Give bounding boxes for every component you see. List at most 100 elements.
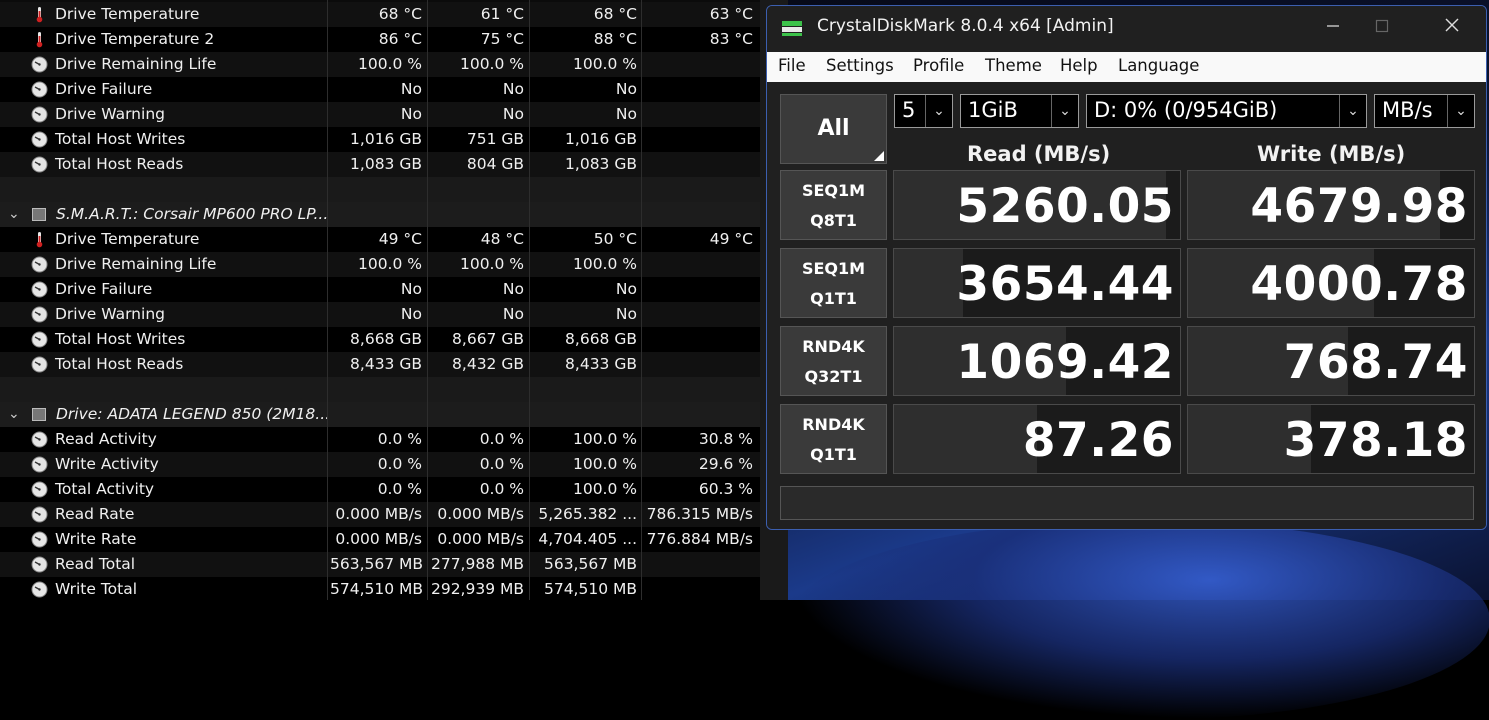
menu-help[interactable]: Help <box>1060 56 1098 75</box>
avg-value <box>645 177 753 202</box>
minimize-button[interactable] <box>1310 12 1356 44</box>
min-value: 100.0 % <box>459 255 524 273</box>
sensor-label: Total Host Reads <box>55 155 184 173</box>
max-value: 100.0 % <box>572 430 637 448</box>
gauge-icon <box>31 306 48 323</box>
sensor-row[interactable]: Drive Temperature 68 °C 61 °C 68 °C 63 °C <box>0 2 760 27</box>
current-value: 574,510 MB <box>330 580 422 598</box>
run-all-label: All <box>817 116 850 141</box>
min-value <box>430 177 524 202</box>
test-count-select[interactable]: 5 ⌄ <box>894 94 953 128</box>
max-value <box>532 202 637 227</box>
thermometer-icon <box>36 7 43 23</box>
read-result-cell: 5260.05 <box>893 170 1181 240</box>
sensor-label: Read Rate <box>55 505 135 523</box>
sensor-row[interactable]: Drive Failure No No No <box>0 77 760 102</box>
write-result-cell: 378.18 <box>1187 404 1475 474</box>
title-bar[interactable]: CrystalDiskMark 8.0.4 x64 [Admin] <box>767 6 1486 50</box>
min-value: No <box>502 105 524 123</box>
test-size-value: 1GiB <box>968 98 1018 122</box>
sensor-row[interactable]: Drive Remaining Life 100.0 % 100.0 % 100.0 … <box>0 252 760 277</box>
menu-language[interactable]: Language <box>1118 56 1199 75</box>
sensor-row[interactable] <box>0 377 760 402</box>
max-value: 88 °C <box>593 30 637 48</box>
current-value <box>330 177 422 202</box>
sensor-label: Drive Failure <box>55 280 153 298</box>
run-all-button[interactable]: All <box>780 94 887 164</box>
sensor-row[interactable]: Drive Warning No No No <box>0 302 760 327</box>
sensor-row[interactable]: Total Host Writes 1,016 GB 751 GB 1,016 GB <box>0 127 760 152</box>
sensor-row[interactable]: Read Total 563,567 MB 277,988 MB 563,567 MB <box>0 552 760 577</box>
menu-settings[interactable]: Settings <box>826 56 894 75</box>
chevron-down-icon: ⌄ <box>1339 95 1366 127</box>
close-icon <box>1445 18 1459 32</box>
min-value: 804 GB <box>466 155 524 173</box>
current-value <box>330 402 422 427</box>
max-value: No <box>615 280 637 298</box>
column-separator <box>529 0 530 600</box>
menu-theme[interactable]: Theme <box>985 56 1042 75</box>
avg-value: 63 °C <box>709 5 753 23</box>
sensor-group-header[interactable]: ⌄ Drive: ADATA LEGEND 850 (2M18... <box>0 402 760 427</box>
maximize-button[interactable] <box>1359 12 1405 44</box>
current-value: No <box>400 305 422 323</box>
sensor-row[interactable]: Drive Warning No No No <box>0 102 760 127</box>
avg-value <box>645 327 753 352</box>
menu-profile[interactable]: Profile <box>913 56 964 75</box>
drive-value: D: 0% (0/954GiB) <box>1094 98 1278 122</box>
sensor-row[interactable]: Drive Temperature 2 86 °C 75 °C 88 °C 83 °C <box>0 27 760 52</box>
gauge-icon <box>31 531 48 548</box>
sensor-row[interactable]: Write Total 574,510 MB 292,939 MB 574,510 M… <box>0 577 760 602</box>
gauge-icon <box>31 356 48 373</box>
window-title: CrystalDiskMark 8.0.4 x64 [Admin] <box>817 16 1114 36</box>
sensor-row[interactable]: Write Rate 0.000 MB/s 0.000 MB/s 4,704.405 … <box>0 527 760 552</box>
sensor-row[interactable]: Read Rate 0.000 MB/s 0.000 MB/s 5,265.382 .… <box>0 502 760 527</box>
sensor-label: Read Total <box>55 555 136 573</box>
test-run-button[interactable]: SEQ1M Q1T1 <box>780 248 887 318</box>
avg-value <box>645 252 753 277</box>
test-run-button[interactable]: RND4K Q32T1 <box>780 326 887 396</box>
unit-select[interactable]: MB/s ⌄ <box>1374 94 1475 128</box>
gauge-icon <box>31 481 48 498</box>
test-size-select[interactable]: 1GiB ⌄ <box>960 94 1079 128</box>
sensor-row[interactable]: Drive Temperature 49 °C 48 °C 50 °C 49 °C <box>0 227 760 252</box>
sensor-row[interactable]: Read Activity 0.0 % 0.0 % 100.0 % 30.8 % <box>0 427 760 452</box>
sensor-row[interactable]: Total Host Writes 8,668 GB 8,667 GB 8,668 G… <box>0 327 760 352</box>
sensor-row[interactable]: Write Activity 0.0 % 0.0 % 100.0 % 29.6 % <box>0 452 760 477</box>
max-value: 50 °C <box>593 230 637 248</box>
sensor-group-label: Drive: ADATA LEGEND 850 (2M18... <box>56 405 331 423</box>
sensor-row[interactable]: Drive Failure No No No <box>0 277 760 302</box>
sensor-row[interactable] <box>0 177 760 202</box>
drive-select[interactable]: D: 0% (0/954GiB) ⌄ <box>1086 94 1367 128</box>
chevron-down-icon[interactable]: ⌄ <box>8 402 20 427</box>
sensor-label: Drive Failure <box>55 80 153 98</box>
avg-value <box>645 127 753 152</box>
wallpaper-swirl <box>790 520 1489 720</box>
test-run-button[interactable]: RND4K Q1T1 <box>780 404 887 474</box>
test-name: RND4K <box>802 415 865 434</box>
avg-value <box>645 402 753 427</box>
avg-value <box>645 77 753 102</box>
sensor-row[interactable]: Total Host Reads 1,083 GB 804 GB 1,083 GB <box>0 152 760 177</box>
sensor-row[interactable]: Total Host Reads 8,433 GB 8,432 GB 8,433 GB <box>0 352 760 377</box>
sensor-panel: Drive Temperature 68 °C 61 °C 68 °C 63 °C Dri… <box>0 0 760 602</box>
current-value: 563,567 MB <box>330 555 422 573</box>
sensor-group-header[interactable]: ⌄ S.M.A.R.T.: Corsair MP600 PRO LP... <box>0 202 760 227</box>
avg-value <box>645 152 753 177</box>
column-separator <box>427 0 428 600</box>
chevron-down-icon: ⌄ <box>1447 95 1474 127</box>
sensor-row[interactable]: Total Activity 0.0 % 0.0 % 100.0 % 60.3 % <box>0 477 760 502</box>
chevron-down-icon[interactable]: ⌄ <box>8 202 20 227</box>
test-run-button[interactable]: SEQ1M Q8T1 <box>780 170 887 240</box>
read-result-cell: 87.26 <box>893 404 1181 474</box>
sensor-row[interactable]: Drive Remaining Life 100.0 % 100.0 % 100.0 … <box>0 52 760 77</box>
max-value <box>532 177 637 202</box>
close-button[interactable] <box>1429 12 1475 44</box>
current-value: 0.000 MB/s <box>335 505 422 523</box>
gauge-icon <box>31 56 48 73</box>
min-value: No <box>502 305 524 323</box>
max-value: 8,668 GB <box>565 330 637 348</box>
min-value: 61 °C <box>480 5 524 23</box>
max-value: 100.0 % <box>572 480 637 498</box>
menu-file[interactable]: File <box>778 56 806 75</box>
